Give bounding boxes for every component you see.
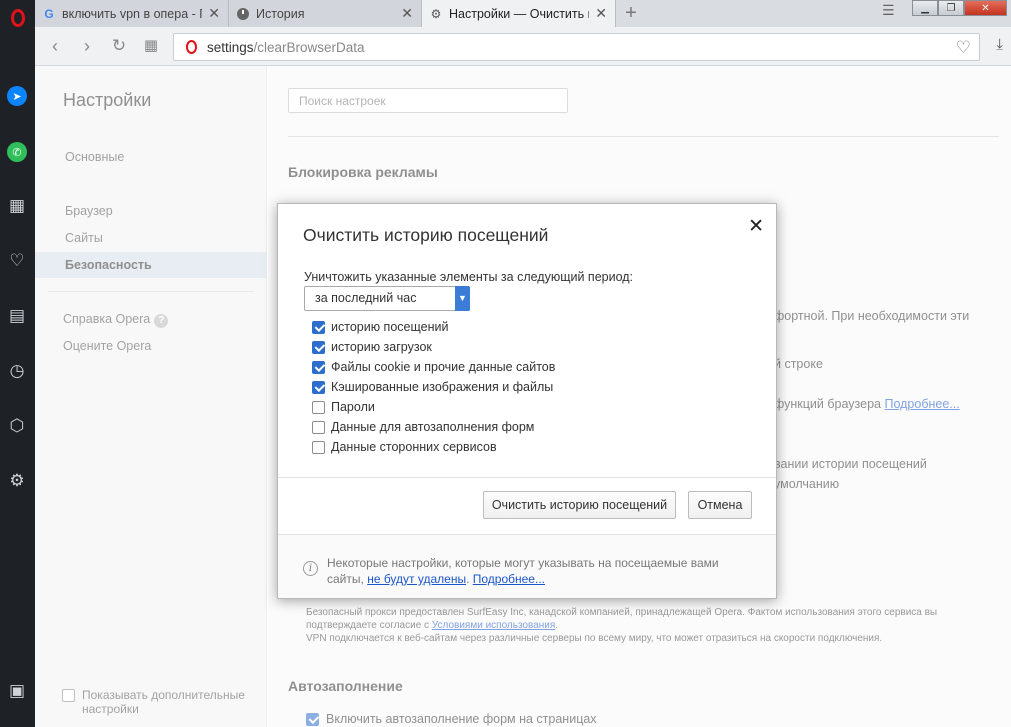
dialog-footer: i Некоторые настройки, которые могут ука… [278,534,776,598]
history-clock-icon[interactable]: ◷ [4,358,30,384]
new-tab-icon[interactable]: + [622,3,640,23]
tab-label: История [256,6,305,21]
opera-logo-icon [10,8,25,27]
extensions-cube-icon[interactable]: ⬡ [4,413,30,439]
option-passwords[interactable]: Пароли [312,400,375,414]
option-label: историю посещений [331,320,449,334]
bookmark-heart-icon[interactable]: ♡ [956,38,971,58]
minimize-icon[interactable]: ▁ [912,0,938,16]
download-history-checkbox[interactable] [312,340,325,354]
cancel-button[interactable]: Отмена [688,491,752,519]
period-select[interactable]: за последний час ▼ [304,286,470,311]
option-autofill-data[interactable]: Данные для автозаполнения форм [312,420,534,434]
footer-note: Некоторые настройки, которые могут указы… [327,556,719,586]
sidebar-toggle-icon[interactable]: ▣ [4,678,30,704]
passwords-checkbox[interactable] [312,400,325,414]
tab-history[interactable]: История ✕ [229,0,422,27]
option-third-party-data[interactable]: Данные сторонних сервисов [312,440,497,454]
messenger-icon[interactable]: ➤ [4,83,30,109]
news-icon[interactable]: ▤ [4,303,30,329]
option-cache[interactable]: Кэшированные изображения и файлы [312,380,553,394]
cookies-checkbox[interactable] [312,360,325,374]
tab-label: Настройки — Очистить и [449,6,590,21]
whatsapp-icon[interactable]: ✆ [4,139,30,165]
google-icon: G [44,6,54,21]
easy-setup-icon[interactable]: ☰ [882,2,895,19]
tabs-grid-icon[interactable]: ▦ [140,35,162,57]
forward-icon[interactable]: › [76,35,98,57]
history-icon [236,7,250,21]
autofill-data-checkbox[interactable] [312,420,325,434]
period-label: Уничтожить указанные элементы за следующ… [304,270,634,284]
third-party-data-checkbox[interactable] [312,440,325,454]
more-link[interactable]: Подробнее... [473,572,545,586]
option-download-history[interactable]: историю загрузок [312,340,432,354]
close-tab-icon[interactable]: ✕ [401,5,413,22]
option-label: Данные для автозаполнения форм [331,420,535,434]
maximize-icon[interactable]: ❐ [938,0,964,16]
url-text[interactable]: settings/clearBrowserData [207,40,365,55]
settings-gear-icon[interactable]: ⚙ [4,468,30,494]
option-cookies[interactable]: Файлы cookie и прочие данные сайтов [312,360,555,374]
close-icon[interactable]: ✕ [748,215,764,238]
cache-checkbox[interactable] [312,380,325,394]
not-deleted-link[interactable]: не будут удалены [367,572,466,586]
back-icon[interactable]: ‹ [44,35,66,57]
opera-menu-button[interactable] [0,0,35,35]
opera-page-icon [186,40,197,54]
option-label: Данные сторонних сервисов [331,440,497,454]
opera-sidebar: ➤ ✆ ▦ ♡ ▤ ◷ ⬡ ⚙ ▣ [0,35,35,727]
bookmarks-heart-icon[interactable]: ♡ [4,248,30,274]
address-bar[interactable]: settings/clearBrowserData ♡ [173,33,980,61]
footer-divider [278,534,776,535]
browsing-history-checkbox[interactable] [312,320,325,334]
settings-icon: ⚙ [430,6,442,21]
info-icon: i [303,561,318,576]
option-label: историю загрузок [331,340,432,354]
close-tab-icon[interactable]: ✕ [208,5,220,22]
download-icon[interactable]: ⤓ [996,36,1003,53]
option-label: Кэшированные изображения и файлы [331,380,554,394]
close-tab-icon[interactable]: ✕ [595,5,607,22]
dialog-divider [278,477,776,478]
speed-dial-icon[interactable]: ▦ [4,193,30,219]
clear-history-dialog: Очистить историю посещений ✕ Уничтожить … [277,203,777,599]
chevron-down-icon: ▼ [455,286,470,311]
tab-label: включить vpn в опера - Г [62,6,203,21]
reload-icon[interactable]: ↻ [108,35,130,57]
period-value: за последний час [315,291,417,305]
option-label: Файлы cookie и прочие данные сайтов [331,360,556,374]
option-label: Пароли [331,400,375,414]
dialog-title: Очистить историю посещений [303,225,549,245]
option-browsing-history[interactable]: историю посещений [312,320,448,334]
window-controls: ▁ ❐ ✕ [912,0,1007,16]
title-bar: G включить vpn в опера - Г ✕ История ✕ ⚙… [0,0,1011,27]
tab-google-search[interactable]: G включить vpn в опера - Г ✕ [35,0,229,27]
window-close-icon[interactable]: ✕ [964,0,1007,16]
navigation-toolbar: ‹ › ↻ ▦ settings/clearBrowserData ♡ ⤓ [35,27,1011,66]
clear-history-button[interactable]: Очистить историю посещений [483,491,676,519]
tab-settings[interactable]: ⚙ Настройки — Очистить и ✕ [422,0,616,27]
